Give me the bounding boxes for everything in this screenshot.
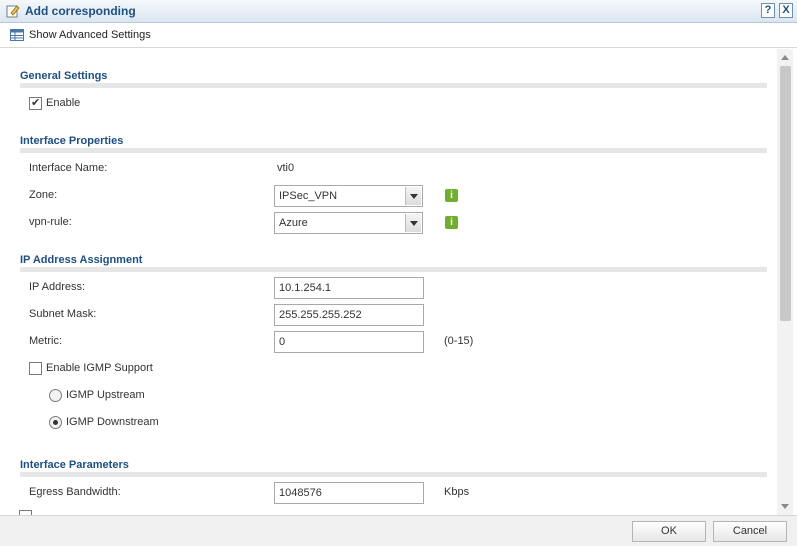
zone-label: Zone: <box>29 189 58 201</box>
scroll-thumb[interactable] <box>780 66 791 321</box>
ip-address-label: IP Address: <box>29 281 86 293</box>
enable-checkbox[interactable] <box>29 96 42 110</box>
egress-bandwidth-label: Egress Bandwidth: <box>29 486 121 498</box>
egress-bandwidth-input[interactable]: 1048576 <box>274 482 424 504</box>
interface-name-value: vti0 <box>277 162 295 174</box>
general-settings-title: General Settings <box>20 70 108 82</box>
window-title: Add corresponding <box>25 4 136 18</box>
info-icon[interactable]: i <box>445 189 458 202</box>
info-icon[interactable]: i <box>445 216 458 229</box>
table-icon <box>10 29 24 41</box>
chevron-down-icon[interactable] <box>405 187 421 205</box>
enable-label: Enable <box>46 97 81 109</box>
vpn-rule-select-value: Azure <box>279 217 308 229</box>
show-advanced-settings-link[interactable]: Show Advanced Settings <box>29 29 151 41</box>
vertical-scrollbar[interactable] <box>777 49 793 515</box>
subnet-mask-input[interactable]: 255.255.255.252 <box>274 304 424 326</box>
metric-input[interactable]: 0 <box>274 331 424 353</box>
ip-address-input[interactable]: 10.1.254.1 <box>274 277 424 299</box>
toolbar: Show Advanced Settings <box>0 23 797 48</box>
igmp-upstream-label: IGMP Upstream <box>66 389 145 401</box>
dialog-footer: OK Cancel <box>0 515 797 546</box>
subnet-mask-label: Subnet Mask: <box>29 308 97 320</box>
section-divider <box>20 472 767 477</box>
enable-igmp-checkbox[interactable] <box>29 362 42 375</box>
egress-unit-label: Kbps <box>444 486 470 498</box>
cancel-button[interactable]: Cancel <box>713 521 787 542</box>
interface-parameters-title: Interface Parameters <box>20 459 129 471</box>
interface-properties-title: Interface Properties <box>20 135 124 147</box>
igmp-downstream-radio[interactable] <box>49 416 62 429</box>
scroll-down-icon[interactable] <box>781 504 789 509</box>
igmp-downstream-label: IGMP Downstream <box>66 416 159 428</box>
section-divider <box>20 83 767 88</box>
zone-select[interactable]: IPSec_VPN <box>274 185 423 207</box>
vpn-rule-label: vpn-rule: <box>29 216 72 228</box>
window-titlebar: Add corresponding ? X <box>0 0 797 23</box>
vpn-rule-select[interactable]: Azure <box>274 212 423 234</box>
scroll-up-icon[interactable] <box>781 55 789 60</box>
metric-range-hint: (0-15) <box>444 335 474 347</box>
edit-icon <box>6 5 20 18</box>
igmp-upstream-radio[interactable] <box>49 389 62 402</box>
zone-select-value: IPSec_VPN <box>279 190 338 202</box>
metric-label: Metric: <box>29 335 62 347</box>
section-divider <box>20 148 767 153</box>
close-button[interactable]: X <box>779 3 793 18</box>
chevron-down-icon[interactable] <box>405 214 421 232</box>
interface-name-label: Interface Name: <box>29 162 108 174</box>
section-divider <box>20 267 767 272</box>
help-button[interactable]: ? <box>761 3 775 18</box>
form-content: General Settings Enable Interface Proper… <box>0 49 777 515</box>
ok-button[interactable]: OK <box>632 521 706 542</box>
enable-igmp-label: Enable IGMP Support <box>46 362 153 374</box>
ip-address-assignment-title: IP Address Assignment <box>20 254 143 266</box>
